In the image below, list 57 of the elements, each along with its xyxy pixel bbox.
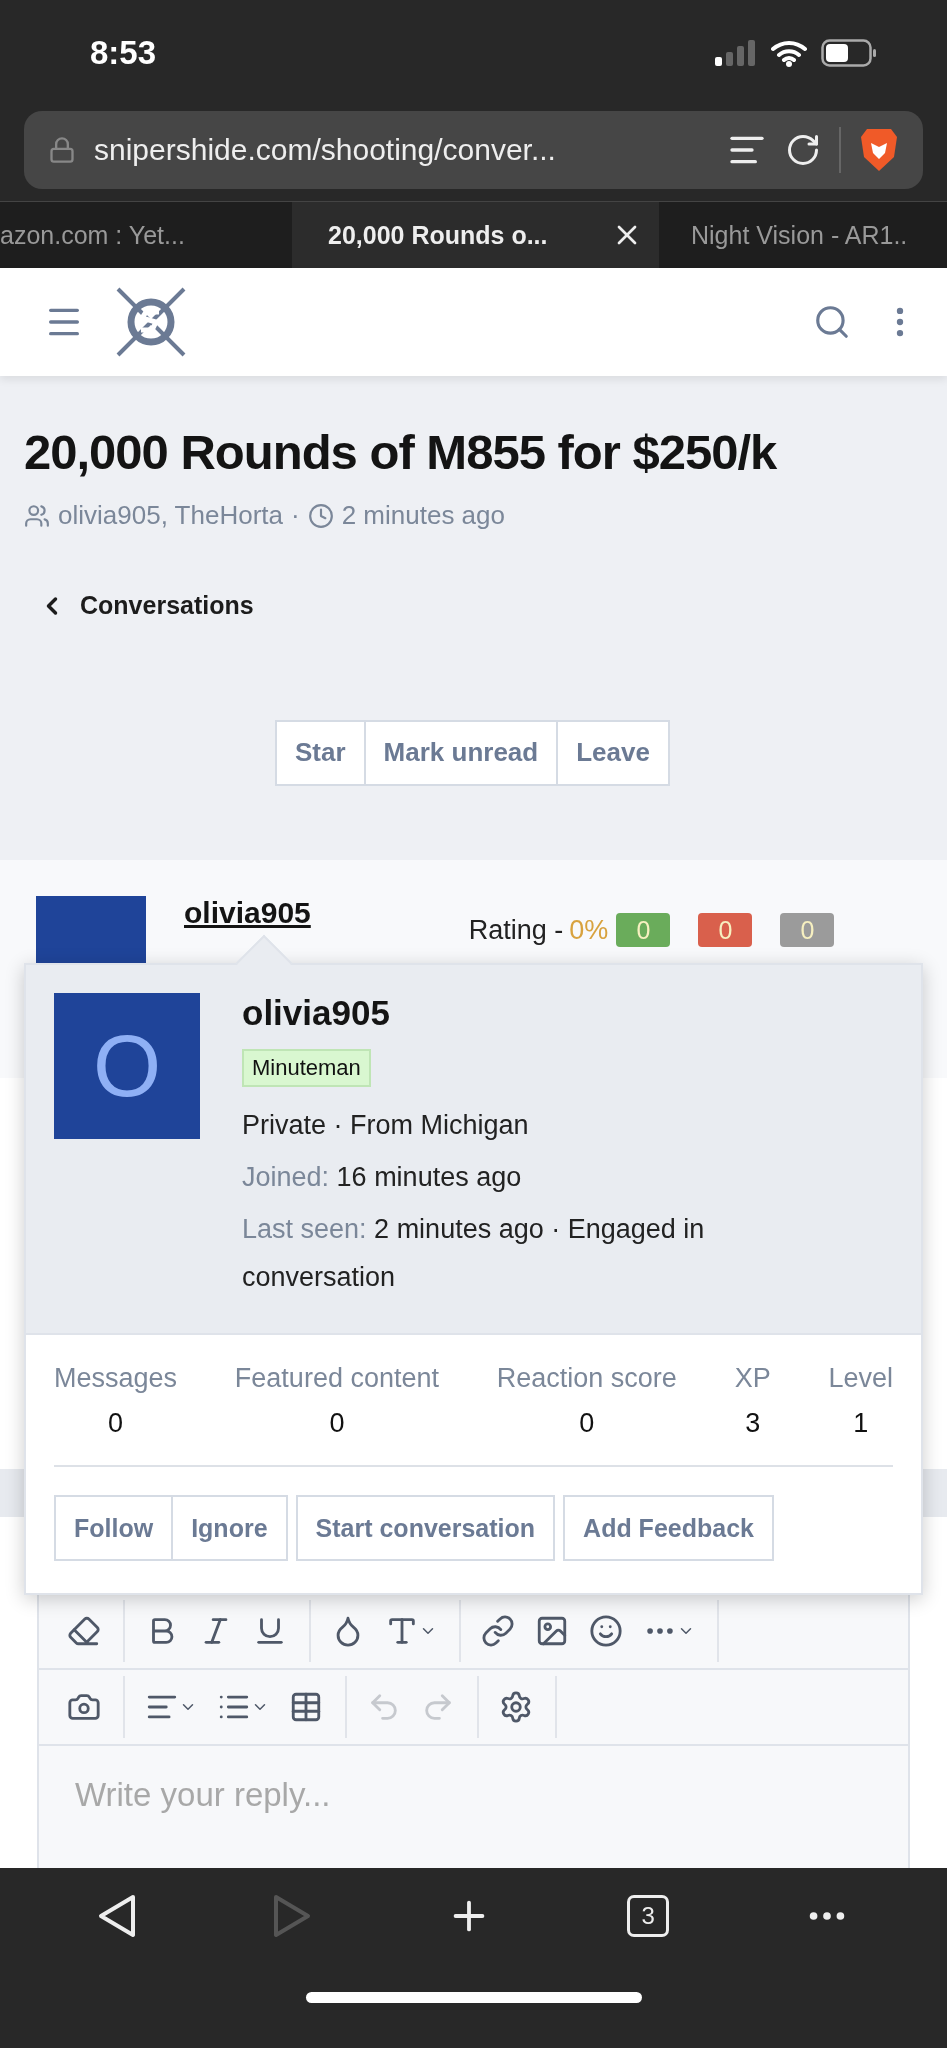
browser-tab[interactable]: 20,000 Rounds o... (292, 202, 659, 268)
conversation-time: 2 minutes ago (341, 500, 505, 531)
reply-field[interactable]: Write your reply... (39, 1746, 908, 1870)
clock-icon (307, 502, 334, 529)
stat-label: Messages (54, 1363, 178, 1394)
signal-icon (715, 39, 757, 66)
stat-value: 3 (745, 1408, 761, 1439)
conversations-link[interactable]: Conversations (38, 591, 254, 620)
card-button[interactable]: Start conversation (295, 1495, 556, 1561)
stat-label: XP (734, 1363, 771, 1394)
image-icon[interactable] (535, 1614, 569, 1648)
separator: · (291, 500, 300, 531)
battery-icon (821, 38, 877, 67)
back-icon[interactable] (97, 1893, 138, 1939)
card-button[interactable]: Add Feedback (563, 1495, 774, 1561)
card-button[interactable]: Ignore (171, 1495, 288, 1561)
logo-icon[interactable] (114, 285, 188, 359)
stat-value: 1 (853, 1408, 869, 1439)
member-name[interactable]: olivia905 (242, 993, 802, 1033)
settings-icon[interactable] (499, 1690, 533, 1724)
lock-icon (48, 136, 76, 164)
table-icon[interactable] (289, 1690, 323, 1724)
lion-shield-icon[interactable] (859, 127, 899, 173)
action-button[interactable]: Star (275, 719, 366, 786)
stat-value: 0 (579, 1408, 595, 1439)
author-link[interactable]: olivia905 (184, 896, 311, 932)
participants: olivia905, TheHorta (58, 500, 283, 531)
member-info: Private · From Michigan (242, 1109, 530, 1142)
rating-percent: 0% (569, 914, 609, 946)
wifi-icon (771, 38, 807, 67)
user-banner: Minuteman (242, 1049, 371, 1087)
tab-count[interactable]: 3 (627, 1895, 670, 1937)
feedback-count: 0 (698, 913, 753, 947)
avatar[interactable]: O (54, 993, 200, 1139)
action-button[interactable]: Mark unread (363, 719, 559, 786)
search-icon[interactable] (813, 303, 851, 341)
link-icon[interactable] (481, 1614, 515, 1648)
stat-label: Level (828, 1363, 893, 1394)
conversation-title: 20,000 Rounds of M855 for $250/k (24, 424, 778, 480)
stat-value: 0 (108, 1408, 124, 1439)
action-button[interactable]: Leave (556, 719, 670, 786)
last-seen-text: Last seen: 2 minutes ago · Engaged in conversation (242, 1213, 706, 1294)
feedback-count: 0 (780, 913, 835, 947)
users-icon (24, 502, 50, 529)
stat-label: Reaction score (496, 1363, 677, 1394)
address-bar[interactable]: snipershide.com/shooting/conver... (24, 111, 923, 189)
feedback-count: 0 (616, 913, 671, 947)
eraser-icon[interactable] (67, 1614, 101, 1648)
stat-label: Featured content (234, 1363, 439, 1394)
rating-label: Rating - (468, 914, 564, 946)
stat-value: 0 (329, 1408, 345, 1439)
card-button[interactable]: Follow (54, 1495, 174, 1561)
joined-text: Joined: 16 minutes ago (242, 1161, 523, 1194)
reload-icon[interactable] (785, 132, 821, 168)
url-text: snipershide.com/shooting/conver... (94, 133, 557, 167)
clock-time: 8:53 (90, 33, 157, 72)
smiley-icon[interactable] (589, 1614, 623, 1648)
